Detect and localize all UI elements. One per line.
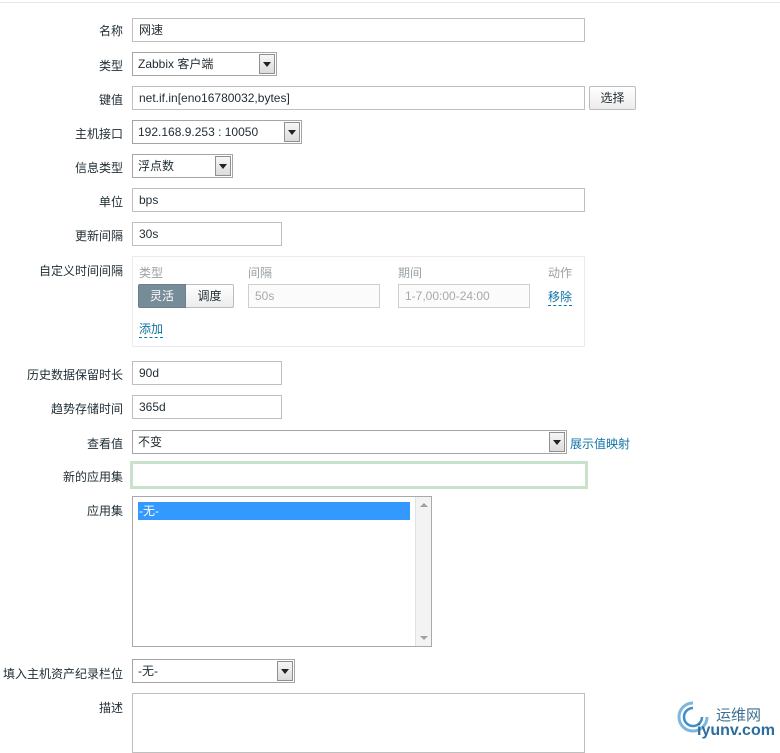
new-application-label: 新的应用集 <box>62 470 123 484</box>
name-label: 名称 <box>98 24 123 38</box>
name-input[interactable]: 网速 <box>132 18 585 42</box>
col-header-interval: 间隔 <box>248 266 273 280</box>
show-value-mapping-link[interactable]: 展示值映射 <box>570 435 630 452</box>
new-application-input[interactable] <box>130 461 588 489</box>
history-label: 历史数据保留时长 <box>26 368 123 382</box>
history-input[interactable]: 90d <box>132 361 282 385</box>
list-item[interactable]: -无- <box>138 502 410 520</box>
scroll-down-icon[interactable] <box>420 636 428 640</box>
col-header-action: 动作 <box>548 266 573 280</box>
custom-intervals-table: 类型 间隔 期间 动作 灵活 调度 50s 1-7,00:00-24:00 移除… <box>132 256 585 347</box>
col-header-type: 类型 <box>139 266 164 280</box>
type-select[interactable]: Zabbix 客户端 <box>132 52 277 76</box>
applications-label: 应用集 <box>86 504 123 518</box>
description-textarea[interactable] <box>132 693 585 753</box>
update-interval-input[interactable]: 30s <box>132 222 282 246</box>
type-label: 类型 <box>98 59 123 73</box>
inventory-label: 填入主机资产纪录栏位 <box>2 667 123 681</box>
key-label: 键值 <box>98 93 123 107</box>
update-interval-label: 更新间隔 <box>74 229 123 243</box>
key-select-button[interactable]: 选择 <box>589 86 636 110</box>
chevron-down-icon <box>215 156 231 176</box>
units-input[interactable]: bps <box>132 188 585 212</box>
info-type-select-value: 浮点数 <box>138 159 175 173</box>
add-interval-link[interactable]: 添加 <box>139 320 164 338</box>
info-type-select[interactable]: 浮点数 <box>132 154 233 178</box>
trends-label: 趋势存储时间 <box>50 402 123 416</box>
type-flexible-toggle[interactable]: 灵活 <box>138 284 186 308</box>
type-scheduling-toggle[interactable]: 调度 <box>186 284 234 308</box>
chevron-down-icon <box>549 432 565 452</box>
inventory-select-value: -无- <box>138 664 158 678</box>
show-value-label: 查看值 <box>86 437 123 451</box>
period-input[interactable]: 1-7,00:00-24:00 <box>398 284 530 308</box>
trends-input[interactable]: 365d <box>132 395 282 419</box>
units-label: 单位 <box>98 195 123 209</box>
interface-select-value: 192.168.9.253 : 10050 <box>138 125 259 139</box>
col-header-period: 期间 <box>398 266 423 280</box>
type-select-value: Zabbix 客户端 <box>138 57 214 71</box>
custom-intervals-label: 自定义时间间隔 <box>38 264 123 278</box>
watermark-text-en: iyunv.com <box>697 722 775 739</box>
interface-select[interactable]: 192.168.9.253 : 10050 <box>132 120 302 144</box>
remove-interval-link[interactable]: 移除 <box>548 288 573 306</box>
info-type-label: 信息类型 <box>74 161 123 175</box>
top-divider <box>0 2 780 3</box>
interface-label: 主机接口 <box>74 127 123 141</box>
description-label: 描述 <box>98 701 123 715</box>
interval-input[interactable]: 50s <box>248 284 380 308</box>
scroll-up-icon[interactable] <box>420 503 428 507</box>
show-value-select-value: 不变 <box>138 435 163 449</box>
key-input[interactable]: net.if.in[eno16780032,bytes] <box>132 86 585 110</box>
chevron-down-icon <box>259 54 275 74</box>
chevron-down-icon <box>277 661 293 681</box>
show-value-select[interactable]: 不变 <box>132 430 567 454</box>
chevron-down-icon <box>284 122 300 142</box>
inventory-select[interactable]: -无- <box>132 659 295 683</box>
scrollbar[interactable] <box>415 497 431 646</box>
applications-listbox[interactable]: -无- <box>132 496 432 647</box>
